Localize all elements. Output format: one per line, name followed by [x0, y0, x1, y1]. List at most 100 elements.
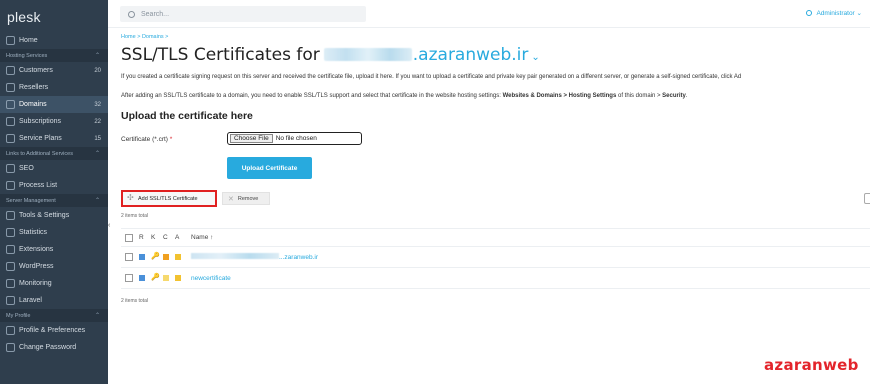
key-icon-shape: 🔑	[151, 253, 160, 260]
title-domain[interactable]: .azaranweb.ir	[413, 45, 529, 65]
certificate-icon	[163, 274, 175, 282]
upload-section-title: Upload the certificate here	[121, 110, 253, 122]
sidebar-item-monitoring[interactable]: Monitoring	[0, 275, 108, 292]
button-label: Add SSL/TLS Certificate	[138, 195, 198, 202]
required-mark: *	[169, 136, 173, 143]
plans-icon	[6, 134, 15, 143]
search-input[interactable]: Search...	[120, 6, 366, 22]
sidebar-item-label: Extensions	[19, 246, 54, 253]
sidebar-item-home[interactable]: Home	[0, 32, 108, 49]
section-links-additional[interactable]: Links to Additional Services ⌃	[0, 147, 108, 160]
request-icon	[139, 253, 151, 261]
choose-file-button[interactable]: Choose File	[230, 134, 273, 143]
column-c[interactable]: C	[163, 234, 175, 241]
section-hosting-services[interactable]: Hosting Services ⌃	[0, 49, 108, 62]
section-server-management[interactable]: Server Management ⌃	[0, 194, 108, 207]
search-icon	[128, 10, 135, 18]
percent-icon	[6, 83, 15, 92]
sidebar-item-wordpress[interactable]: WordPress	[0, 258, 108, 275]
sidebar-item-label: Home	[19, 37, 38, 44]
description-text: If you created a certificate signing req…	[121, 74, 742, 80]
table-row: 🔑 newcertificate	[121, 268, 870, 289]
sidebar-item-laravel[interactable]: Laravel	[0, 292, 108, 309]
sidebar-item-profile-preferences[interactable]: Profile & Preferences	[0, 322, 108, 339]
chevron-down-icon[interactable]: ⌄	[531, 52, 539, 63]
certificate-label: Certificate (*.crt) *	[121, 136, 172, 143]
statistics-icon	[6, 228, 15, 237]
sidebar-item-extensions[interactable]: Extensions	[0, 241, 108, 258]
sidebar-item-label: Domains	[19, 101, 47, 108]
sidebar-item-statistics[interactable]: Statistics	[0, 224, 108, 241]
row-checkbox[interactable]	[125, 274, 133, 282]
section-my-profile[interactable]: My Profile ⌃	[0, 309, 108, 322]
certificates-table: R K C A Name ↑ 🔑 ...zaranweb.ir 🔑 newcer…	[121, 228, 870, 289]
sidebar-item-label: Tools & Settings	[19, 212, 70, 219]
chart-icon	[6, 164, 15, 173]
sidebar-item-seo[interactable]: SEO	[0, 160, 108, 177]
label-text: Certificate (*.crt)	[121, 136, 168, 143]
main-content: Home > Domains > SSL/TLS Certificates fo…	[121, 28, 870, 384]
plesk-logo[interactable]: plesk	[0, 0, 108, 32]
sidebar-item-label: SEO	[19, 165, 34, 172]
redacted-domain	[323, 48, 412, 61]
watermark: azaranweb	[764, 356, 859, 374]
sidebar-item-service-plans[interactable]: Service Plans 15	[0, 130, 108, 147]
user-menu[interactable]: Administrator ⌄	[806, 9, 862, 17]
column-a[interactable]: A	[175, 234, 187, 241]
sidebar: plesk Home Hosting Services ⌃ Customers …	[0, 0, 108, 384]
search-toggle[interactable]	[864, 193, 870, 204]
key-icon-shape: 🔑	[151, 274, 160, 281]
count-badge: 15	[94, 135, 101, 142]
sidebar-item-label: Change Password	[19, 344, 77, 351]
count-badge: 22	[94, 118, 101, 125]
select-all-checkbox[interactable]	[125, 233, 133, 242]
user-name: Administrator	[816, 9, 855, 17]
desc-bold: Websites & Domains > Hosting Settings	[502, 93, 617, 99]
sidebar-item-subscriptions[interactable]: Subscriptions 22	[0, 113, 108, 130]
request-icon-shape	[139, 275, 145, 281]
search-placeholder: Search...	[141, 10, 170, 18]
sidebar-item-tools-settings[interactable]: Tools & Settings	[0, 207, 108, 224]
table-header: R K C A Name ↑	[121, 228, 870, 247]
user-icon	[6, 66, 15, 75]
column-r[interactable]: R	[139, 234, 151, 241]
certificate-file-input[interactable]: Choose File No file chosen	[227, 132, 362, 145]
breadcrumb[interactable]: Home > Domains >	[121, 34, 168, 40]
close-icon: ✕	[228, 195, 234, 203]
certificate-link[interactable]: newcertificate	[191, 275, 231, 282]
button-label: Remove	[237, 195, 259, 202]
sidebar-item-label: Resellers	[19, 84, 49, 91]
sidebar-item-resellers[interactable]: Resellers	[0, 79, 108, 96]
sidebar-item-process-list[interactable]: Process List	[0, 177, 108, 194]
desc-part: After adding an SSL/TLS certificate to a…	[121, 93, 503, 99]
items-total: 2 items total	[121, 213, 148, 219]
sidebar-item-change-password[interactable]: Change Password	[0, 339, 108, 356]
monitoring-icon	[6, 279, 15, 288]
chevron-up-icon: ⌃	[94, 198, 100, 204]
certificate-icon-shape	[163, 254, 169, 260]
column-name[interactable]: Name ↑	[191, 234, 213, 241]
section-label: Hosting Services	[6, 52, 48, 59]
upload-certificate-button[interactable]: Upload Certificate	[227, 157, 312, 179]
chevron-up-icon: ⌃	[94, 313, 100, 319]
sidebar-item-label: Service Plans	[19, 135, 62, 142]
grid-icon	[6, 117, 15, 126]
sidebar-item-customers[interactable]: Customers 20	[0, 62, 108, 79]
ca-icon-shape	[175, 254, 181, 260]
remove-button[interactable]: ✕ Remove	[222, 192, 270, 205]
sidebar-item-label: Customers	[19, 67, 53, 74]
redacted-name	[191, 253, 279, 259]
top-header: Search... Administrator ⌄	[108, 0, 870, 28]
sidebar-collapse-icon[interactable]: ‹	[108, 222, 114, 234]
sidebar-item-domains[interactable]: Domains 32	[0, 96, 108, 113]
description-text-2: After adding an SSL/TLS certificate to a…	[121, 93, 688, 99]
row-checkbox[interactable]	[125, 253, 133, 261]
profile-icon	[6, 326, 15, 335]
certificate-link[interactable]: ...zaranweb.ir	[191, 253, 318, 261]
sidebar-item-label: Subscriptions	[19, 118, 62, 125]
ca-icon	[175, 253, 187, 261]
column-k[interactable]: K	[151, 234, 163, 241]
add-certificate-button[interactable]: ✣ Add SSL/TLS Certificate	[121, 190, 217, 207]
certificate-name: ...zaranweb.ir	[279, 254, 319, 261]
user-icon	[806, 10, 813, 16]
